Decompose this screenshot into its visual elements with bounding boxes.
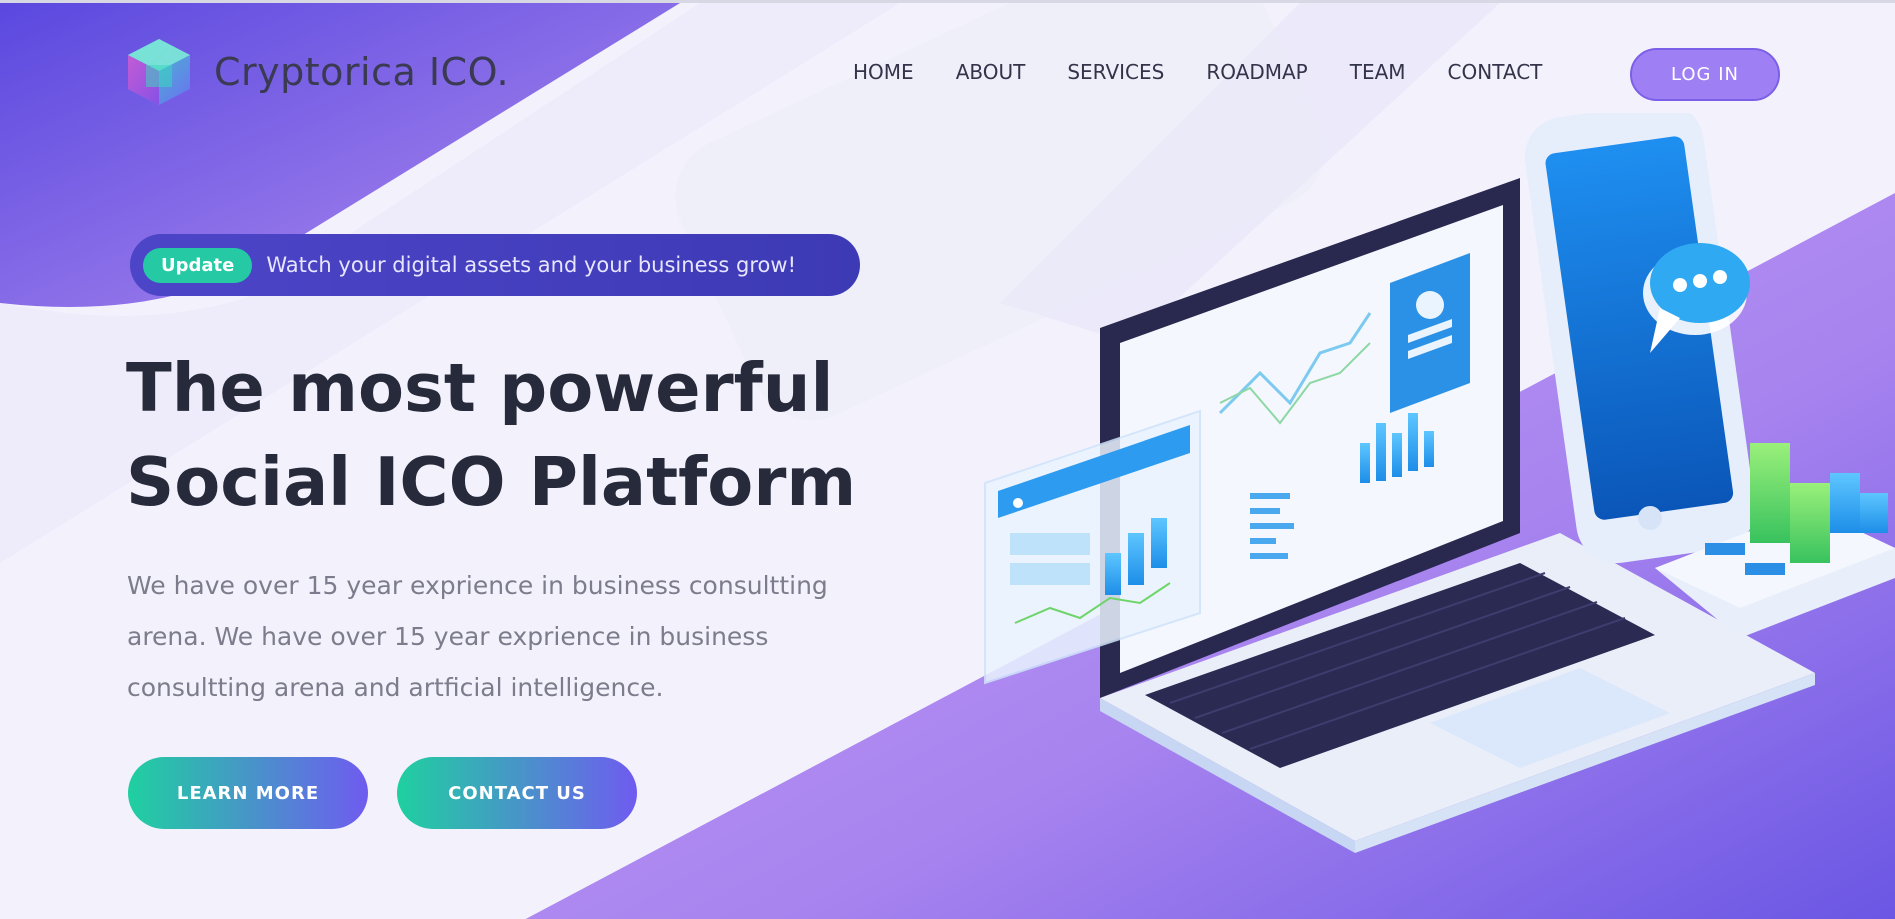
laptop-phone-illustration [984,113,1895,853]
hero-title-line2: Social ICO Platform [126,443,857,521]
brand-logo[interactable]: Cryptorica ICO. [122,35,509,109]
hero-title: The most powerful Social ICO Platform [126,341,946,529]
nav-roadmap[interactable]: ROADMAP [1206,60,1307,84]
hero-description: We have over 15 year exprience in busine… [127,571,828,702]
update-badge: Update [143,247,253,283]
hero-title-line1: The most powerful [126,349,834,427]
cube-logo-icon [128,39,190,105]
brand-name: Cryptorica ICO. [214,50,510,94]
nav-team[interactable]: TEAM [1350,60,1406,84]
nav-home[interactable]: HOME [853,60,914,84]
announcement-text: Watch your digital assets and your busin… [266,253,796,277]
hero-section: Cryptorica ICO. HOME ABOUT SERVICES ROAD… [0,0,1895,919]
announcement-bar[interactable]: Update Watch your digital assets and you… [130,234,860,296]
nav-contact[interactable]: CONTACT [1448,60,1543,84]
learn-more-button[interactable]: LEARN MORE [128,757,368,829]
contact-us-button[interactable]: CONTACT US [397,757,637,829]
login-button[interactable]: LOG IN [1630,48,1780,101]
nav-services[interactable]: SERVICES [1067,60,1164,84]
nav-about[interactable]: ABOUT [956,60,1026,84]
main-nav: HOME ABOUT SERVICES ROADMAP TEAM CONTACT [853,60,1584,84]
